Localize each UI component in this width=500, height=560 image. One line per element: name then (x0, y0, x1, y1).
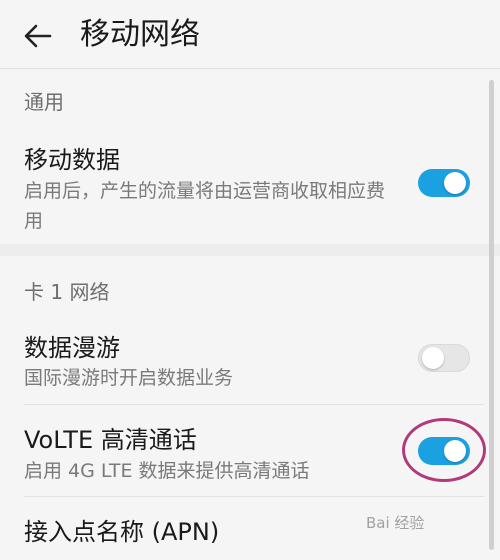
toggle-knob (444, 172, 466, 194)
volte-title: VoLTE 高清通话 (24, 426, 197, 454)
section-label-sim1: 卡 1 网络 (24, 280, 110, 304)
mobile-data-subtitle: 启用后，产生的流量将由运营商收取相应费用 (24, 180, 386, 232)
header-divider (0, 68, 500, 69)
header-bar: 移动网络 (0, 0, 500, 68)
data-roaming-toggle[interactable] (418, 344, 470, 372)
section-label-general: 通用 (24, 90, 64, 114)
section-separator (0, 244, 500, 256)
apn-title: 接入点名称 (APN) (24, 518, 220, 546)
item-divider (24, 496, 484, 497)
data-roaming-subtitle: 国际漫游时开启数据业务 (24, 367, 234, 389)
arrow-left-icon[interactable] (22, 20, 54, 52)
volte-toggle[interactable] (418, 437, 470, 465)
scrollbar[interactable] (489, 80, 494, 550)
volte-subtitle: 启用 4G LTE 数据来提供高清通话 (24, 460, 310, 482)
toggle-knob (444, 440, 466, 462)
mobile-data-title: 移动数据 (24, 146, 120, 174)
page-title: 移动网络 (80, 17, 200, 52)
toggle-knob (422, 347, 444, 369)
mobile-data-toggle[interactable] (418, 169, 470, 197)
watermark: Bai 经验 (366, 514, 425, 532)
item-divider (24, 404, 484, 405)
data-roaming-title: 数据漫游 (24, 334, 120, 362)
